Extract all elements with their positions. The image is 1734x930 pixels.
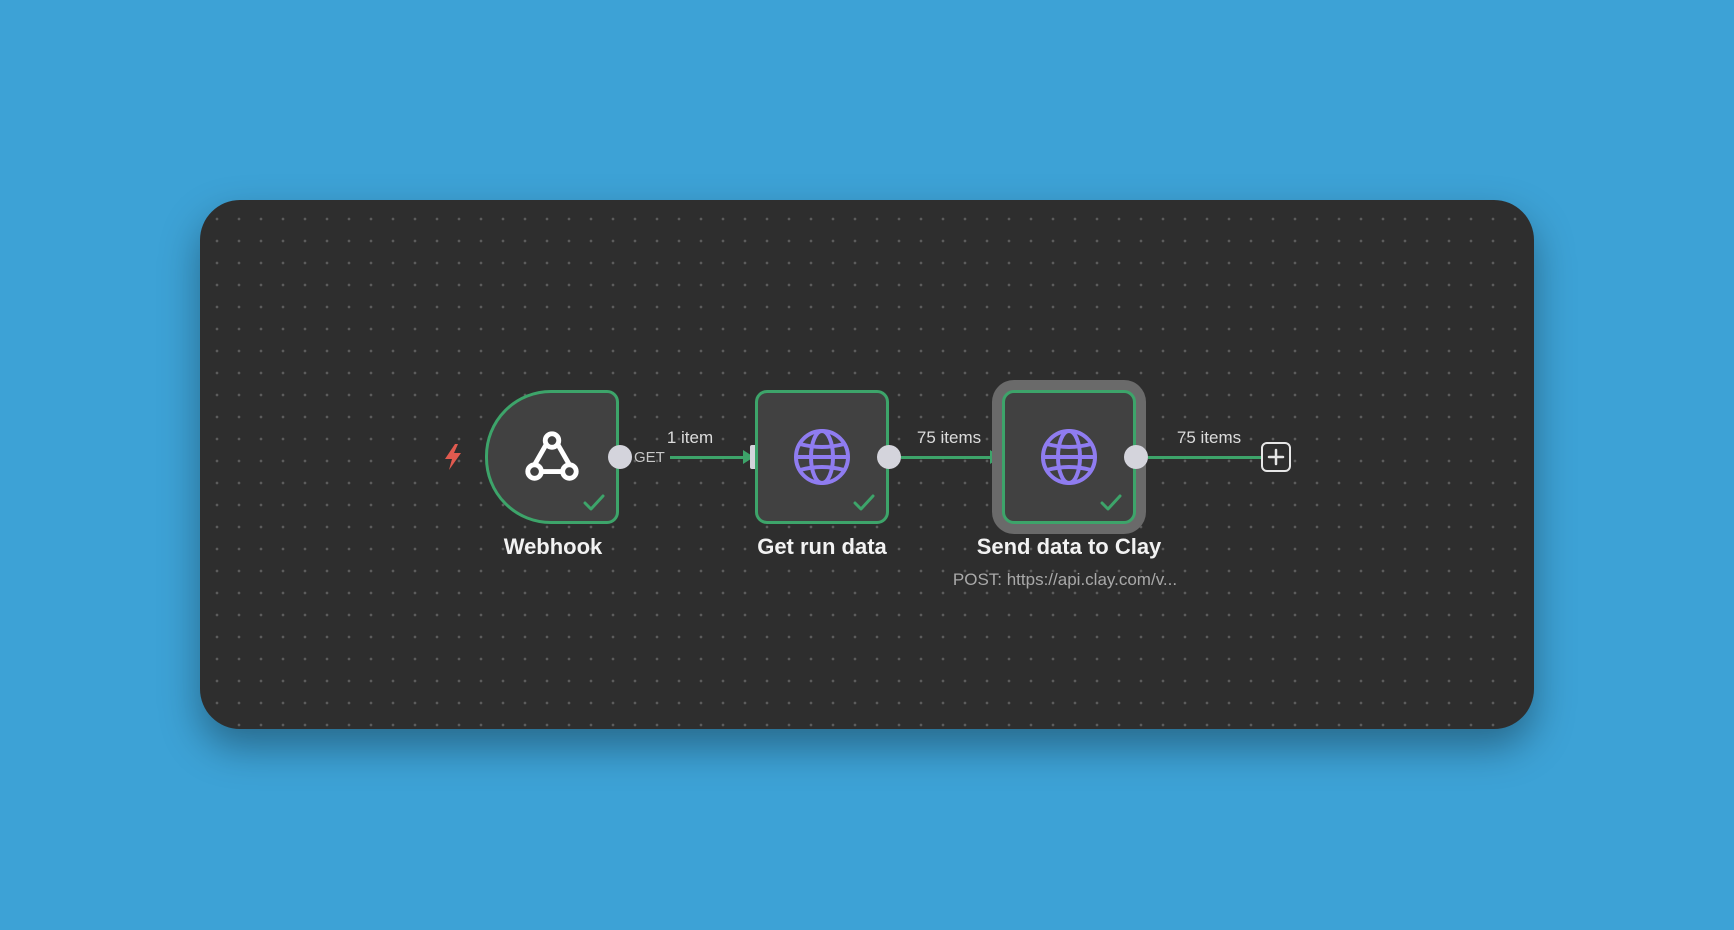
checkmark-icon xyxy=(1100,494,1122,511)
connection-line[interactable] xyxy=(670,456,745,459)
checkmark-icon xyxy=(853,494,875,511)
connection-line[interactable] xyxy=(1148,456,1261,459)
send-data-to-clay-node[interactable] xyxy=(1002,390,1136,524)
get-run-data-node[interactable] xyxy=(755,390,889,524)
connection-label: 75 items xyxy=(916,428,982,447)
globe-icon xyxy=(794,429,850,485)
output-handle-webhook[interactable] xyxy=(608,445,632,469)
checkmark-icon xyxy=(583,494,605,511)
node-subtitle-send-data-to-clay: POST: https://api.clay.com/v... xyxy=(952,570,1178,589)
lightning-bolt-icon xyxy=(445,444,461,470)
webhook-node[interactable] xyxy=(485,390,619,524)
node-label-webhook: Webhook xyxy=(503,534,603,559)
output-label-get: GET xyxy=(634,449,665,466)
connection-line[interactable] xyxy=(901,456,992,459)
add-node-button[interactable] xyxy=(1261,442,1291,472)
output-handle-send-data-to-clay[interactable] xyxy=(1124,445,1148,469)
workflow-canvas[interactable]: Webhook GET 1 item Get run data 75 items xyxy=(200,200,1534,729)
connection-label: 1 item xyxy=(666,428,714,447)
node-label-get-run-data: Get run data xyxy=(757,534,887,559)
node-label-send-data-to-clay: Send data to Clay xyxy=(976,534,1162,559)
connection-label: 75 items xyxy=(1176,428,1242,447)
plus-icon xyxy=(1267,448,1285,466)
globe-icon xyxy=(1041,429,1097,485)
webhook-icon xyxy=(525,431,579,481)
output-handle-get-run-data[interactable] xyxy=(877,445,901,469)
